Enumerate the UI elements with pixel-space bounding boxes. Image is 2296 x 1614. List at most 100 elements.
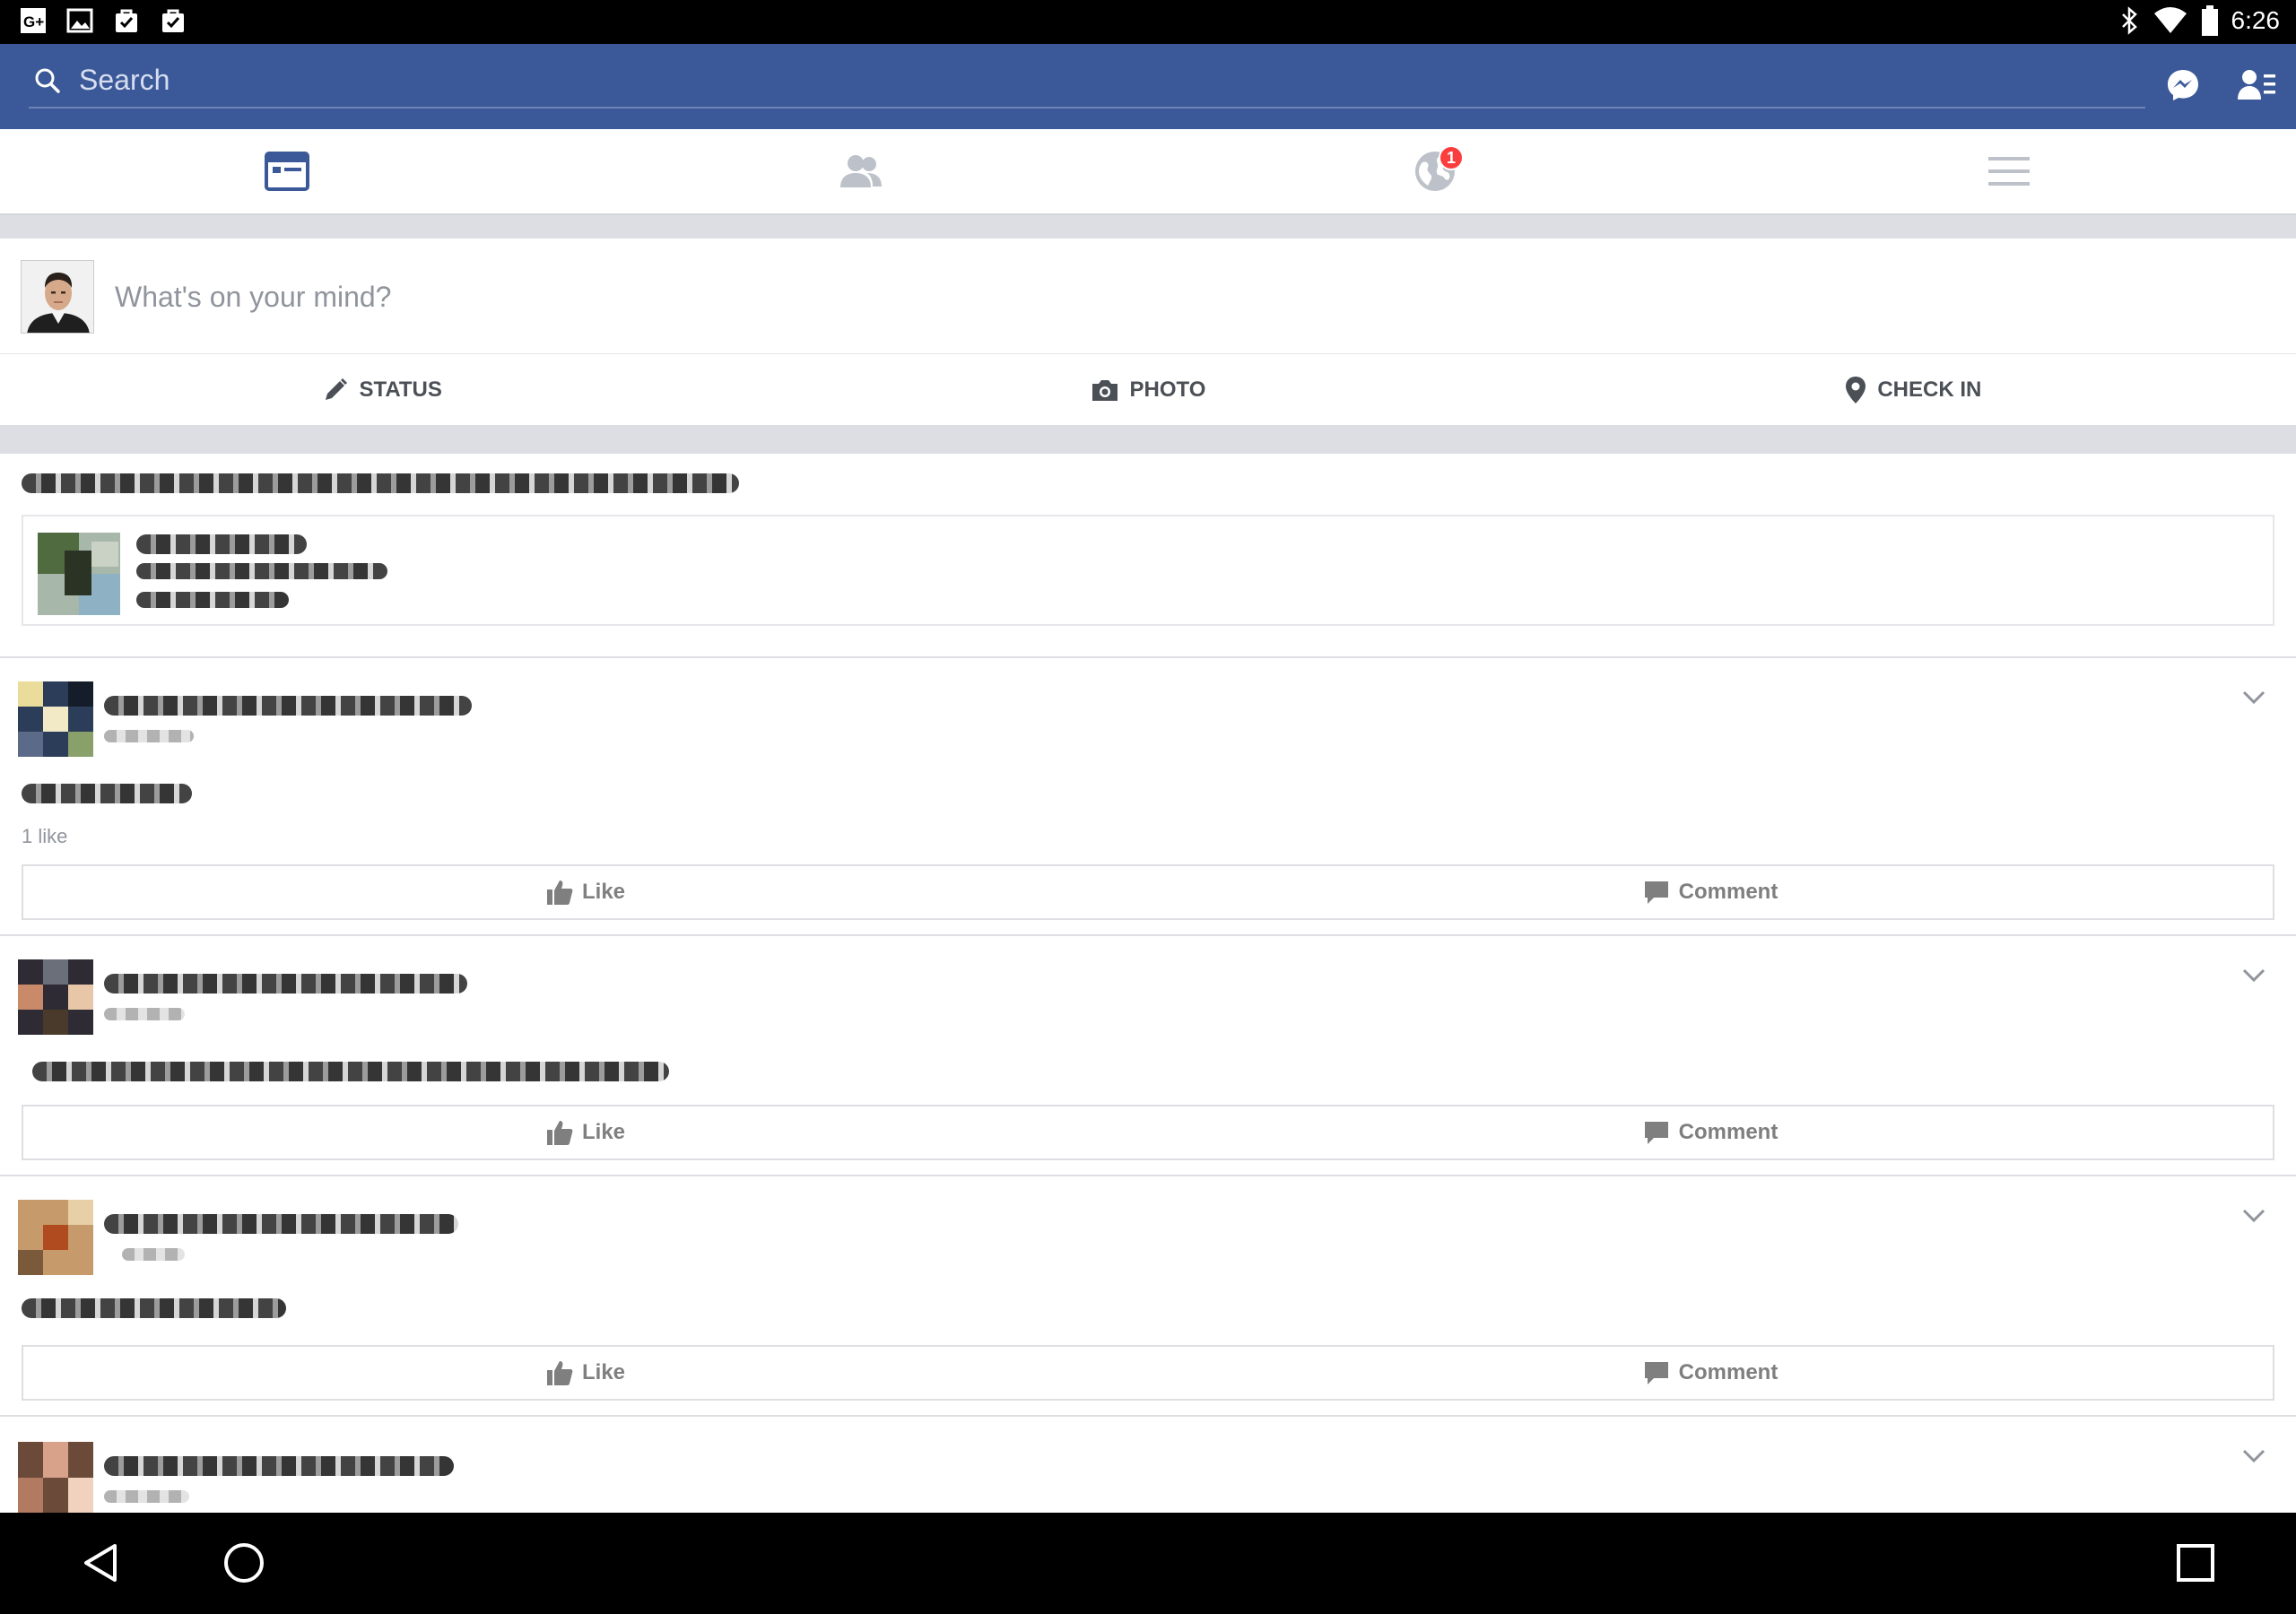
like-button[interactable]: Like bbox=[23, 866, 1148, 918]
status-bar: G+ 6:26 bbox=[0, 0, 2296, 44]
redacted-text bbox=[136, 563, 387, 579]
comment-button[interactable]: Comment bbox=[1148, 1106, 2273, 1158]
feed-story: Like Comment bbox=[0, 936, 2296, 1176]
tab-notifications[interactable]: 1 bbox=[1148, 129, 1722, 213]
avatar[interactable] bbox=[18, 1442, 93, 1513]
composer-actions: STATUS PHOTO CHECK IN bbox=[0, 353, 2296, 425]
like-button[interactable]: Like bbox=[23, 1347, 1148, 1399]
story-actions: Like Comment bbox=[22, 1345, 2274, 1401]
redacted-author-name[interactable] bbox=[104, 1456, 454, 1476]
redacted-timestamp bbox=[104, 1008, 185, 1020]
search-icon bbox=[35, 68, 60, 93]
redacted-timestamp bbox=[104, 1490, 189, 1503]
pencil-icon bbox=[326, 377, 348, 400]
story-actions: Like Comment bbox=[22, 1105, 2274, 1160]
wifi-icon bbox=[2153, 7, 2187, 33]
like-label: Like bbox=[581, 1120, 626, 1144]
feed-story bbox=[0, 454, 2296, 658]
thumbs-up-icon bbox=[546, 1361, 573, 1385]
messenger-button[interactable] bbox=[2161, 64, 2205, 107]
chevron-down-icon[interactable] bbox=[2239, 959, 2269, 990]
check-in-label: CHECK IN bbox=[1877, 377, 1982, 402]
avatar[interactable] bbox=[18, 959, 93, 1035]
feed-story: Like Comment bbox=[0, 1176, 2296, 1417]
search-input[interactable] bbox=[79, 60, 2124, 100]
like-label: Like bbox=[581, 1360, 626, 1384]
comment-label: Comment bbox=[1678, 880, 1779, 904]
friends-list-icon bbox=[2238, 70, 2275, 100]
shopping-bag-check-icon bbox=[116, 9, 137, 32]
back-button[interactable] bbox=[74, 1536, 127, 1590]
search-bar[interactable] bbox=[29, 55, 2145, 108]
tab-friend-requests[interactable] bbox=[574, 129, 1148, 213]
tab-more[interactable] bbox=[1722, 129, 2296, 213]
attachment-card[interactable] bbox=[22, 515, 2274, 626]
battery-icon bbox=[2201, 5, 2218, 36]
redacted-text bbox=[136, 592, 289, 608]
news-feed: 1 like Like Comment Like Comment Like Co… bbox=[0, 454, 2296, 1513]
comment-button[interactable]: Comment bbox=[1148, 1347, 2273, 1399]
redacted-text bbox=[136, 534, 307, 554]
image-icon bbox=[66, 8, 93, 33]
redacted-post-text bbox=[22, 784, 192, 803]
redacted-story-header bbox=[22, 473, 739, 493]
section-divider bbox=[0, 215, 2296, 239]
photo-button[interactable]: PHOTO bbox=[765, 354, 1530, 425]
friends-list-button[interactable] bbox=[2235, 64, 2278, 107]
story-actions: Like Comment bbox=[22, 864, 2274, 920]
search-header bbox=[0, 44, 2296, 129]
feed-story: 1 like Like Comment bbox=[0, 658, 2296, 936]
tab-news-feed[interactable] bbox=[0, 129, 574, 213]
attachment-thumbnail bbox=[38, 533, 120, 615]
comment-button[interactable]: Comment bbox=[1148, 866, 2273, 918]
status-label: STATUS bbox=[359, 377, 442, 402]
photo-label: PHOTO bbox=[1129, 377, 1206, 402]
redacted-author-name[interactable] bbox=[104, 696, 472, 716]
comment-icon bbox=[1644, 1122, 1668, 1144]
redacted-timestamp bbox=[104, 730, 194, 742]
bluetooth-icon bbox=[2121, 6, 2137, 35]
feed-story bbox=[0, 1417, 2296, 1513]
menu-icon bbox=[1988, 157, 2030, 186]
avatar[interactable] bbox=[18, 1200, 93, 1275]
notification-badge: 1 bbox=[1439, 145, 1464, 170]
comment-label: Comment bbox=[1678, 1120, 1779, 1144]
like-label: Like bbox=[581, 880, 626, 904]
recents-button[interactable] bbox=[2169, 1536, 2222, 1590]
profile-photo bbox=[22, 261, 93, 333]
avatar[interactable] bbox=[18, 681, 93, 757]
camera-icon bbox=[1091, 379, 1118, 401]
friends-icon bbox=[840, 155, 882, 187]
redacted-timestamp bbox=[122, 1248, 185, 1261]
chevron-down-icon[interactable] bbox=[2239, 1440, 2269, 1471]
notification-icons: G+ bbox=[20, 7, 187, 34]
status-composer: STATUS PHOTO CHECK IN bbox=[0, 239, 2296, 425]
tab-bar: 1 bbox=[0, 129, 2296, 215]
like-button[interactable]: Like bbox=[23, 1106, 1148, 1158]
redacted-author-name[interactable] bbox=[104, 974, 467, 994]
back-icon bbox=[84, 1544, 117, 1582]
comment-label: Comment bbox=[1678, 1360, 1779, 1384]
like-count[interactable]: 1 like bbox=[22, 825, 67, 848]
comment-icon bbox=[1644, 881, 1668, 904]
check-in-button[interactable]: CHECK IN bbox=[1531, 354, 2296, 425]
chevron-down-icon[interactable] bbox=[2239, 1200, 2269, 1230]
redacted-author-name[interactable] bbox=[104, 1214, 458, 1234]
redacted-post-text bbox=[32, 1062, 669, 1081]
google-plus-icon: G+ bbox=[21, 8, 46, 33]
status-input[interactable] bbox=[115, 274, 2249, 319]
redacted-post-text bbox=[22, 1298, 286, 1318]
thumbs-up-icon bbox=[546, 881, 573, 905]
home-button[interactable] bbox=[217, 1536, 271, 1590]
messenger-icon bbox=[2168, 70, 2198, 100]
news-feed-icon bbox=[265, 152, 309, 191]
status-button[interactable]: STATUS bbox=[0, 354, 765, 425]
avatar[interactable] bbox=[21, 260, 94, 334]
chevron-down-icon[interactable] bbox=[2239, 681, 2269, 712]
recents-icon bbox=[2177, 1544, 2214, 1582]
shopping-bag-check-icon bbox=[162, 9, 184, 32]
thumbs-up-icon bbox=[546, 1121, 573, 1145]
home-icon bbox=[224, 1543, 264, 1583]
clock: 6:26 bbox=[2231, 6, 2281, 34]
system-nav-bar bbox=[0, 1513, 2296, 1614]
